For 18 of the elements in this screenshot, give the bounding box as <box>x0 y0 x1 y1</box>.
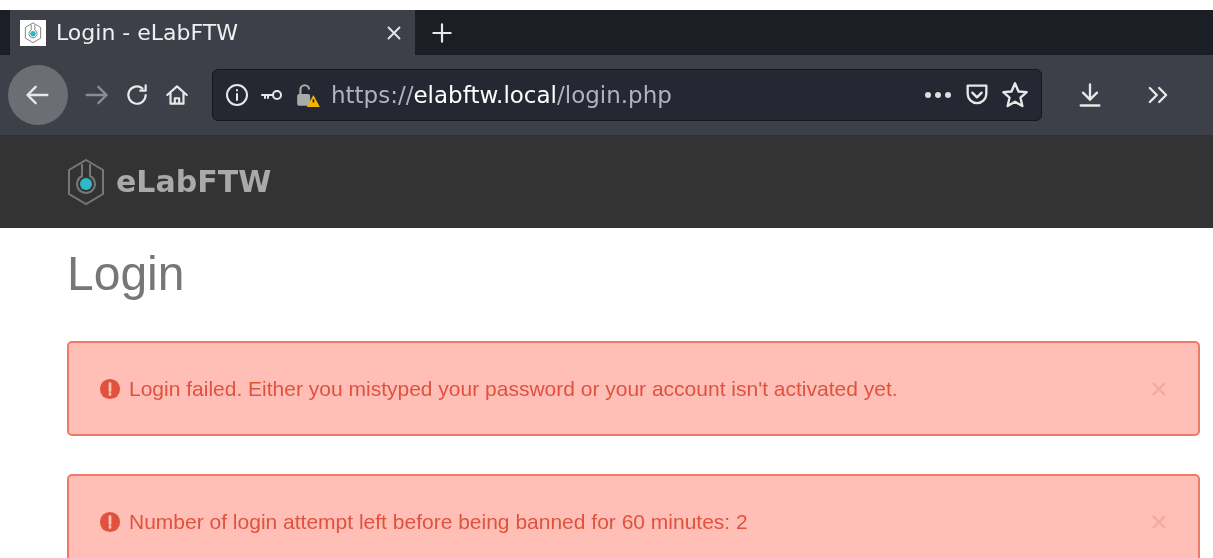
star-icon[interactable] <box>1001 81 1029 109</box>
info-icon[interactable] <box>225 83 249 107</box>
browser-tab[interactable]: Login - eLabFTW <box>10 10 415 55</box>
page-title: Login <box>67 246 186 301</box>
back-button[interactable] <box>8 65 68 125</box>
exclamation-icon <box>99 377 121 400</box>
exclamation-icon <box>99 510 121 533</box>
home-icon[interactable] <box>164 82 190 108</box>
url-text: https://elabftw.local/login.php <box>331 82 673 108</box>
site-brand[interactable]: eLabFTW <box>116 164 272 199</box>
insecure-lock-icon[interactable] <box>295 82 321 108</box>
reload-icon[interactable] <box>124 82 150 108</box>
alert-message: Login failed. Either you mistyped your password or your account isn't activated yet. <box>129 376 899 401</box>
address-bar[interactable]: https://elabftw.local/login.php <box>212 69 1042 121</box>
favicon-icon <box>24 21 42 44</box>
logo-icon <box>66 157 106 206</box>
more-icon[interactable] <box>923 90 953 100</box>
alert-message: Number of login attempt left before being banned for 60 minutes: 2 <box>129 509 749 534</box>
